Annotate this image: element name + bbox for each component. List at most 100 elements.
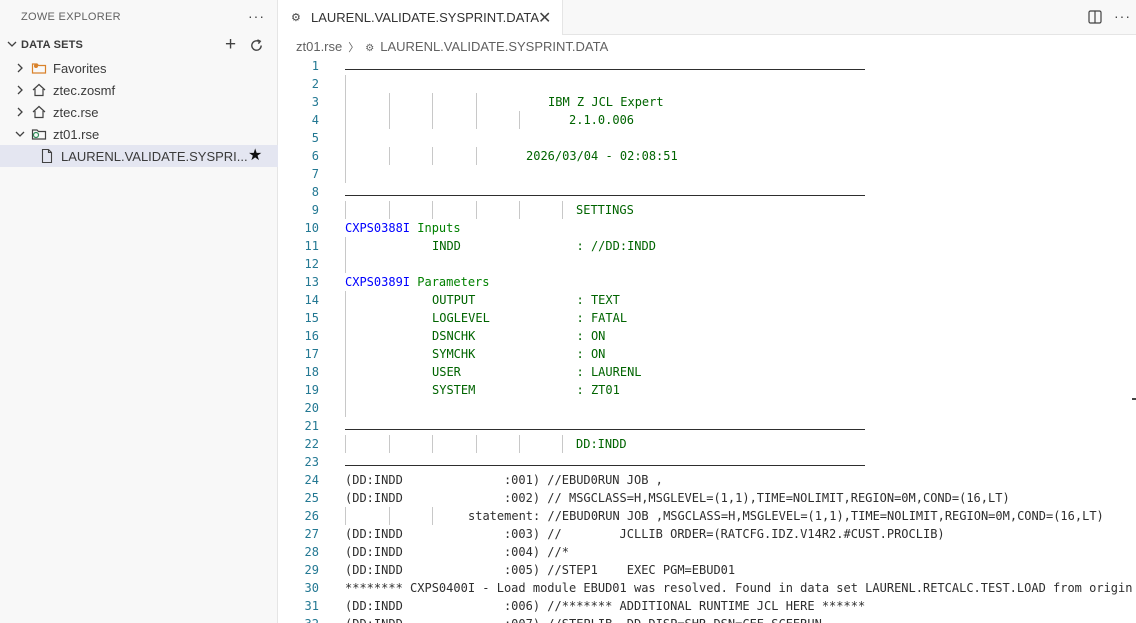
folder-icon [31, 129, 47, 140]
editor-line[interactable]: 5 [279, 129, 1136, 147]
line-number: 8 [311, 185, 319, 199]
chevron-right-icon [17, 85, 23, 95]
tree-item-ztec-rse[interactable]: ztec.rse [0, 101, 278, 123]
code-text: LOGLEVEL : FATAL [432, 311, 628, 325]
editor-line[interactable]: 32 (DD:INDD :007) //STEPLIB DD DISP=SHR,D… [279, 615, 1136, 623]
add-icon[interactable]: + [225, 35, 236, 54]
split-editor-icon[interactable] [1088, 10, 1102, 24]
tree-item-ztec-zosmf[interactable]: ztec.zosmf [0, 79, 278, 101]
editor-line[interactable]: 18 USER : LAURENL [279, 363, 1136, 381]
editor-line[interactable]: 28 (DD:INDD :004) //* [279, 543, 1136, 561]
editor-line[interactable]: 15 LOGLEVEL : FATAL [279, 309, 1136, 327]
editor-line[interactable]: 27 (DD:INDD :003) // JCLLIB ORDER=(RATCFG… [279, 525, 1136, 543]
line-number: 15 [304, 311, 319, 325]
indent-guide [519, 435, 520, 453]
editor-line[interactable]: 7 [279, 165, 1136, 183]
indent-guide [345, 147, 346, 165]
indent-guide [345, 399, 346, 417]
editor-line[interactable]: 10 CXPS0388I Inputs [279, 219, 1136, 237]
indent-guide [432, 201, 433, 219]
editor-line[interactable]: 30 ******** CXPS0400I - Load module EBUD0… [279, 579, 1136, 597]
indent-guide [345, 381, 346, 399]
line-number: 32 [279, 617, 319, 623]
close-icon[interactable]: ✕ [538, 8, 551, 28]
code-text: OUTPUT : TEXT [432, 293, 620, 307]
code-text: CXPS0388I Inputs [345, 221, 461, 235]
editor-line[interactable]: 14 OUTPUT : TEXT [279, 291, 1136, 309]
star-icon[interactable]: ★ [248, 148, 262, 164]
line-number: 24 [304, 473, 319, 487]
message-id: CXPS0389I [345, 275, 411, 289]
indent-guide [345, 327, 346, 345]
editor-line[interactable]: 25 (DD:INDD :002) // MSGCLASS=H,MSGLEVEL=… [279, 489, 1136, 507]
editor-line[interactable]: 12 [279, 255, 1136, 273]
line-number: 2 [311, 77, 319, 91]
separator-rule [345, 429, 865, 430]
line-number: 10 [304, 221, 319, 235]
tab-bar: ⚙ LAURENL.VALIDATE.SYSPRINT.DATA ✕ ··· [278, 0, 1136, 35]
gear-icon: ⚙ [365, 43, 375, 54]
editor-line[interactable]: 19 SYSTEM : ZT01 [279, 381, 1136, 399]
code-text: DD:INDD [576, 437, 627, 451]
line-number: 5 [311, 131, 319, 145]
code-text-rest: Inputs [410, 221, 461, 235]
indent-guide [476, 201, 477, 219]
home-icon [32, 105, 46, 119]
gear-icon: ⚙ [291, 12, 301, 24]
indent-guide [345, 345, 346, 363]
editor-line[interactable]: 1 [279, 57, 1136, 75]
indent-guide [345, 255, 346, 273]
editor-line[interactable]: 9 SETTINGS [279, 201, 1136, 219]
editor-line[interactable]: 23 [279, 453, 1136, 471]
code-text: statement: //EBUD0RUN JOB ,MSGCLASS=H,MS… [468, 509, 1104, 523]
indent-guide [519, 201, 520, 219]
editor-line[interactable]: 22 DD:INDD [279, 435, 1136, 453]
indent-guide [345, 291, 346, 309]
breadcrumb-item[interactable]: LAURENL.VALIDATE.SYSPRINT.DATA [380, 39, 608, 54]
editor-line[interactable]: 31 (DD:INDD :006) //******* ADDITIONAL RU… [279, 597, 1136, 615]
more-icon[interactable]: ··· [1114, 8, 1131, 24]
editor-content[interactable]: 1 2 3 IBM Z JCL Expert 4 2.1.0.006 5 6 2026/03/0… [279, 57, 1136, 623]
line-number: 26 [304, 509, 319, 523]
editor-line[interactable]: 11 INDD : //DD:INDD [279, 237, 1136, 255]
editor-line[interactable]: 16 DSNCHK : ON [279, 327, 1136, 345]
editor-line[interactable]: 20 [279, 399, 1136, 417]
indent-guide [389, 111, 390, 129]
tree-item-laurenl-validate-sysprint[interactable]: LAURENL.VALIDATE.SYSPRI... ★ [0, 145, 278, 167]
editor-line[interactable]: 6 2026/03/04 - 02:08:51 [279, 147, 1136, 165]
code-text: (DD:INDD :005) //STEP1 EXEC PGM=EBUD01 [345, 563, 736, 577]
line-number: 25 [304, 491, 319, 505]
indent-guide [345, 111, 346, 129]
editor-line[interactable]: 17 SYMCHK : ON [279, 345, 1136, 363]
editor-line[interactable]: 4 2.1.0.006 [279, 111, 1136, 129]
code-text: (DD:INDD :006) //******* ADDITIONAL RUNT… [345, 599, 866, 613]
indent-guide [389, 201, 390, 219]
editor-line[interactable]: 8 [279, 183, 1136, 201]
separator-rule [345, 69, 865, 70]
indent-guide [345, 237, 346, 255]
tree-item-label: zt01.rse [53, 127, 100, 142]
tree-item-favorites[interactable]: Favorites [0, 57, 278, 79]
indent-guide [345, 129, 346, 147]
line-number: 30 [304, 581, 319, 595]
refresh-icon[interactable] [249, 38, 264, 53]
line-number: 20 [304, 401, 319, 415]
editor-line[interactable]: 21 [279, 417, 1136, 435]
chevron-right-icon: 〉 [348, 42, 360, 54]
editor-line[interactable]: 3 IBM Z JCL Expert [279, 93, 1136, 111]
tree-item-zt01-rse[interactable]: zt01.rse [0, 123, 278, 145]
breadcrumb-item[interactable]: zt01.rse [296, 39, 342, 54]
code-text: SYMCHK : ON [432, 347, 606, 361]
section-header-data-sets[interactable]: DATA SETS + [0, 35, 278, 56]
editor-line[interactable]: 24 (DD:INDD :001) //EBUD0RUN JOB , [279, 471, 1136, 489]
chevron-right-icon [17, 63, 23, 73]
more-icon[interactable]: ··· [248, 8, 265, 24]
editor-line[interactable]: 13 CXPS0389I Parameters [279, 273, 1136, 291]
indent-guide [519, 111, 520, 129]
editor-line[interactable]: 2 [279, 75, 1136, 93]
code-text: SYSTEM : ZT01 [432, 383, 620, 397]
tab-laurenl-validate-sysprint-data[interactable]: ⚙ LAURENL.VALIDATE.SYSPRINT.DATA ✕ [278, 0, 563, 35]
tab-label: LAURENL.VALIDATE.SYSPRINT.DATA [311, 10, 540, 25]
editor-line[interactable]: 26 statement: //EBUD0RUN JOB ,MSGCLASS=H,… [279, 507, 1136, 525]
editor-line[interactable]: 29 (DD:INDD :005) //STEP1 EXEC PGM=EBUD01 [279, 561, 1136, 579]
